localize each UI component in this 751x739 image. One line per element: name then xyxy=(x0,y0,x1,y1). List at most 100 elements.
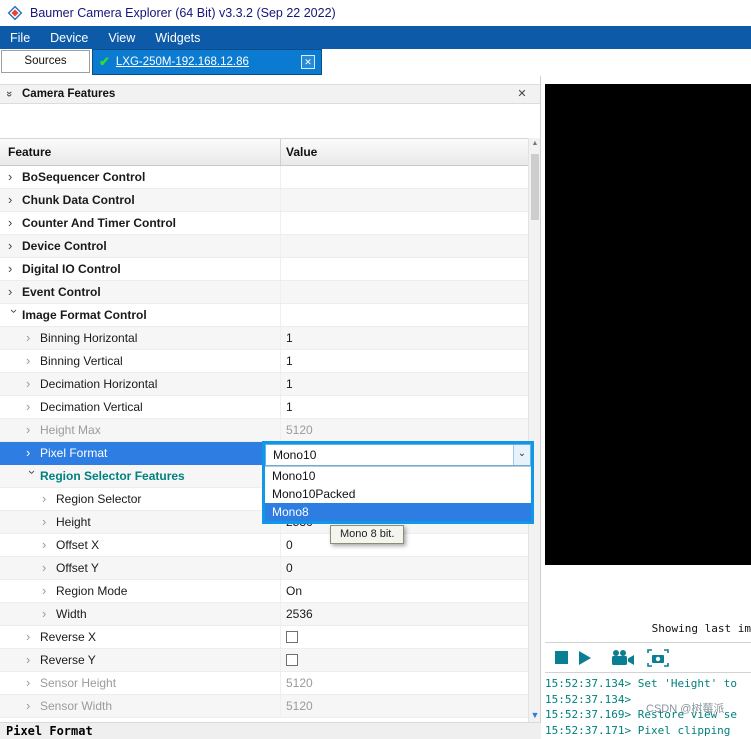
table-row[interactable]: › Decimation Horizontal 1 xyxy=(0,373,528,396)
chevron-right-icon[interactable]: › xyxy=(8,235,20,257)
value-cell[interactable] xyxy=(281,166,528,188)
table-row[interactable]: › Counter And Timer Control xyxy=(0,212,528,235)
feature-label: Reverse Y xyxy=(40,653,96,667)
value-cell[interactable]: 0 xyxy=(281,557,528,579)
record-video-icon[interactable] xyxy=(610,649,636,667)
value-cell[interactable] xyxy=(281,189,528,211)
feature-cell: › Reverse X xyxy=(0,626,281,648)
table-row[interactable]: › Offset X0 xyxy=(0,534,528,557)
table-row[interactable]: › Image Format Control xyxy=(0,304,528,327)
table-row[interactable]: › Width 2536 xyxy=(0,603,528,626)
scrollbar-thumb[interactable] xyxy=(531,154,539,220)
value-cell[interactable] xyxy=(281,235,528,257)
play-button[interactable] xyxy=(578,650,592,666)
value-cell[interactable]: 1 xyxy=(281,373,528,395)
table-row[interactable]: › Decimation Vertical 1 xyxy=(0,396,528,419)
tab-sources[interactable]: Sources xyxy=(1,50,90,73)
value-cell[interactable]: 5120 xyxy=(281,419,528,441)
value-cell[interactable]: 2536 xyxy=(281,603,528,625)
menu-item-file[interactable]: File xyxy=(0,28,40,48)
feature-cell: › Device Control xyxy=(0,235,281,257)
dropdown-option-list: Mono10 Mono10Packed Mono8 xyxy=(265,466,531,521)
snapshot-icon[interactable] xyxy=(646,648,670,668)
pixel-format-combobox[interactable]: Mono10 ⌄ xyxy=(265,444,531,466)
checkbox[interactable] xyxy=(286,630,298,643)
table-row[interactable]: › Sensor Height 5120 xyxy=(0,672,528,695)
menu-item-widgets[interactable]: Widgets xyxy=(145,28,210,48)
chevron-right-icon[interactable]: › xyxy=(8,281,20,303)
table-row[interactable]: › Binning Horizontal 1 xyxy=(0,327,528,350)
chevron-down-icon[interactable]: › xyxy=(21,470,43,482)
panel-collapse-icon[interactable]: » xyxy=(3,91,15,97)
value-cell[interactable] xyxy=(281,626,528,648)
table-row[interactable]: › Height Max 5120 xyxy=(0,419,528,442)
features-toolbar: XML ? xyxy=(0,104,540,235)
value-cell[interactable]: On xyxy=(281,580,528,602)
dropdown-option[interactable]: Mono10 xyxy=(265,467,531,485)
value-cell[interactable]: 0 xyxy=(281,534,528,556)
dropdown-option[interactable]: Mono8 xyxy=(265,503,531,521)
table-row[interactable]: › Device Control xyxy=(0,235,528,258)
chevron-right-icon[interactable]: › xyxy=(42,511,54,533)
chevron-right-icon[interactable]: › xyxy=(26,419,38,441)
tab-device[interactable]: ✔ LXG-250M-192.168.12.86 ✕ xyxy=(92,49,322,75)
value-cell[interactable] xyxy=(281,212,528,234)
table-row[interactable]: › Offset Y0 xyxy=(0,557,528,580)
chevron-right-icon[interactable]: › xyxy=(8,166,20,188)
value-cell[interactable] xyxy=(281,258,528,280)
value-cell[interactable]: 1 xyxy=(281,327,528,349)
feature-label: Height Max xyxy=(40,423,101,437)
table-row[interactable]: › Digital IO Control xyxy=(0,258,528,281)
stop-button[interactable] xyxy=(555,651,568,664)
menu-item-view[interactable]: View xyxy=(98,28,145,48)
chevron-right-icon[interactable]: › xyxy=(42,603,54,625)
panel-close-icon[interactable]: ✕ xyxy=(514,86,530,102)
feature-cell: › Binning Horizontal xyxy=(0,327,281,349)
chevron-right-icon[interactable]: › xyxy=(26,695,38,717)
chevron-right-icon[interactable]: › xyxy=(26,327,38,349)
chevron-right-icon[interactable]: › xyxy=(8,189,20,211)
chevron-right-icon[interactable]: › xyxy=(26,649,38,671)
table-row[interactable]: › Binning Vertical 1 xyxy=(0,350,528,373)
value-cell[interactable]: 5120 xyxy=(281,695,528,717)
dropdown-option[interactable]: Mono10Packed xyxy=(265,485,531,503)
chevron-right-icon[interactable]: › xyxy=(26,672,38,694)
table-row[interactable]: › Event Control xyxy=(0,281,528,304)
table-row[interactable]: › Reverse X xyxy=(0,626,528,649)
chevron-right-icon[interactable]: › xyxy=(42,557,54,579)
value-cell[interactable] xyxy=(281,304,528,326)
chevron-right-icon[interactable]: › xyxy=(26,396,38,418)
table-row[interactable]: › Reverse Y xyxy=(0,649,528,672)
value-cell[interactable]: 1 xyxy=(281,396,528,418)
chevron-right-icon[interactable]: › xyxy=(26,350,38,372)
camera-preview xyxy=(545,84,751,565)
chevron-right-icon[interactable]: › xyxy=(42,534,54,556)
column-header-value[interactable]: Value xyxy=(281,139,528,165)
chevron-right-icon[interactable]: › xyxy=(42,488,54,510)
value-cell[interactable]: 5120 xyxy=(281,672,528,694)
table-row[interactable]: › Chunk Data Control xyxy=(0,189,528,212)
chevron-right-icon[interactable]: › xyxy=(26,373,38,395)
chevron-down-icon[interactable]: › xyxy=(3,309,25,321)
panel-divider xyxy=(540,76,541,739)
close-tab-icon[interactable]: ✕ xyxy=(301,55,315,69)
chevron-right-icon[interactable]: › xyxy=(8,258,20,280)
table-row[interactable]: › BoSequencer Control xyxy=(0,166,528,189)
feature-cell: › Region Selector Features xyxy=(0,465,281,487)
checkbox[interactable] xyxy=(286,653,298,666)
chevron-right-icon[interactable]: › xyxy=(42,580,54,602)
table-row[interactable]: › Sensor Width 5120 xyxy=(0,695,528,718)
column-header-feature[interactable]: Feature xyxy=(0,139,281,165)
chevron-right-icon[interactable]: › xyxy=(26,626,38,648)
window-title: Baumer Camera Explorer (64 Bit) v3.3.2 (… xyxy=(30,6,336,20)
vertical-scrollbar[interactable]: ▲ ▼ xyxy=(528,138,540,722)
chevron-right-icon[interactable]: › xyxy=(26,442,38,464)
value-cell[interactable]: 1 xyxy=(281,350,528,372)
chevron-right-icon[interactable]: › xyxy=(8,212,20,234)
menu-item-device[interactable]: Device xyxy=(40,28,98,48)
chevron-down-icon[interactable]: ⌄ xyxy=(513,445,530,465)
table-row[interactable]: › Region Mode On xyxy=(0,580,528,603)
value-cell[interactable] xyxy=(281,649,528,671)
feature-cell: › Width xyxy=(0,603,281,625)
value-cell[interactable] xyxy=(281,281,528,303)
